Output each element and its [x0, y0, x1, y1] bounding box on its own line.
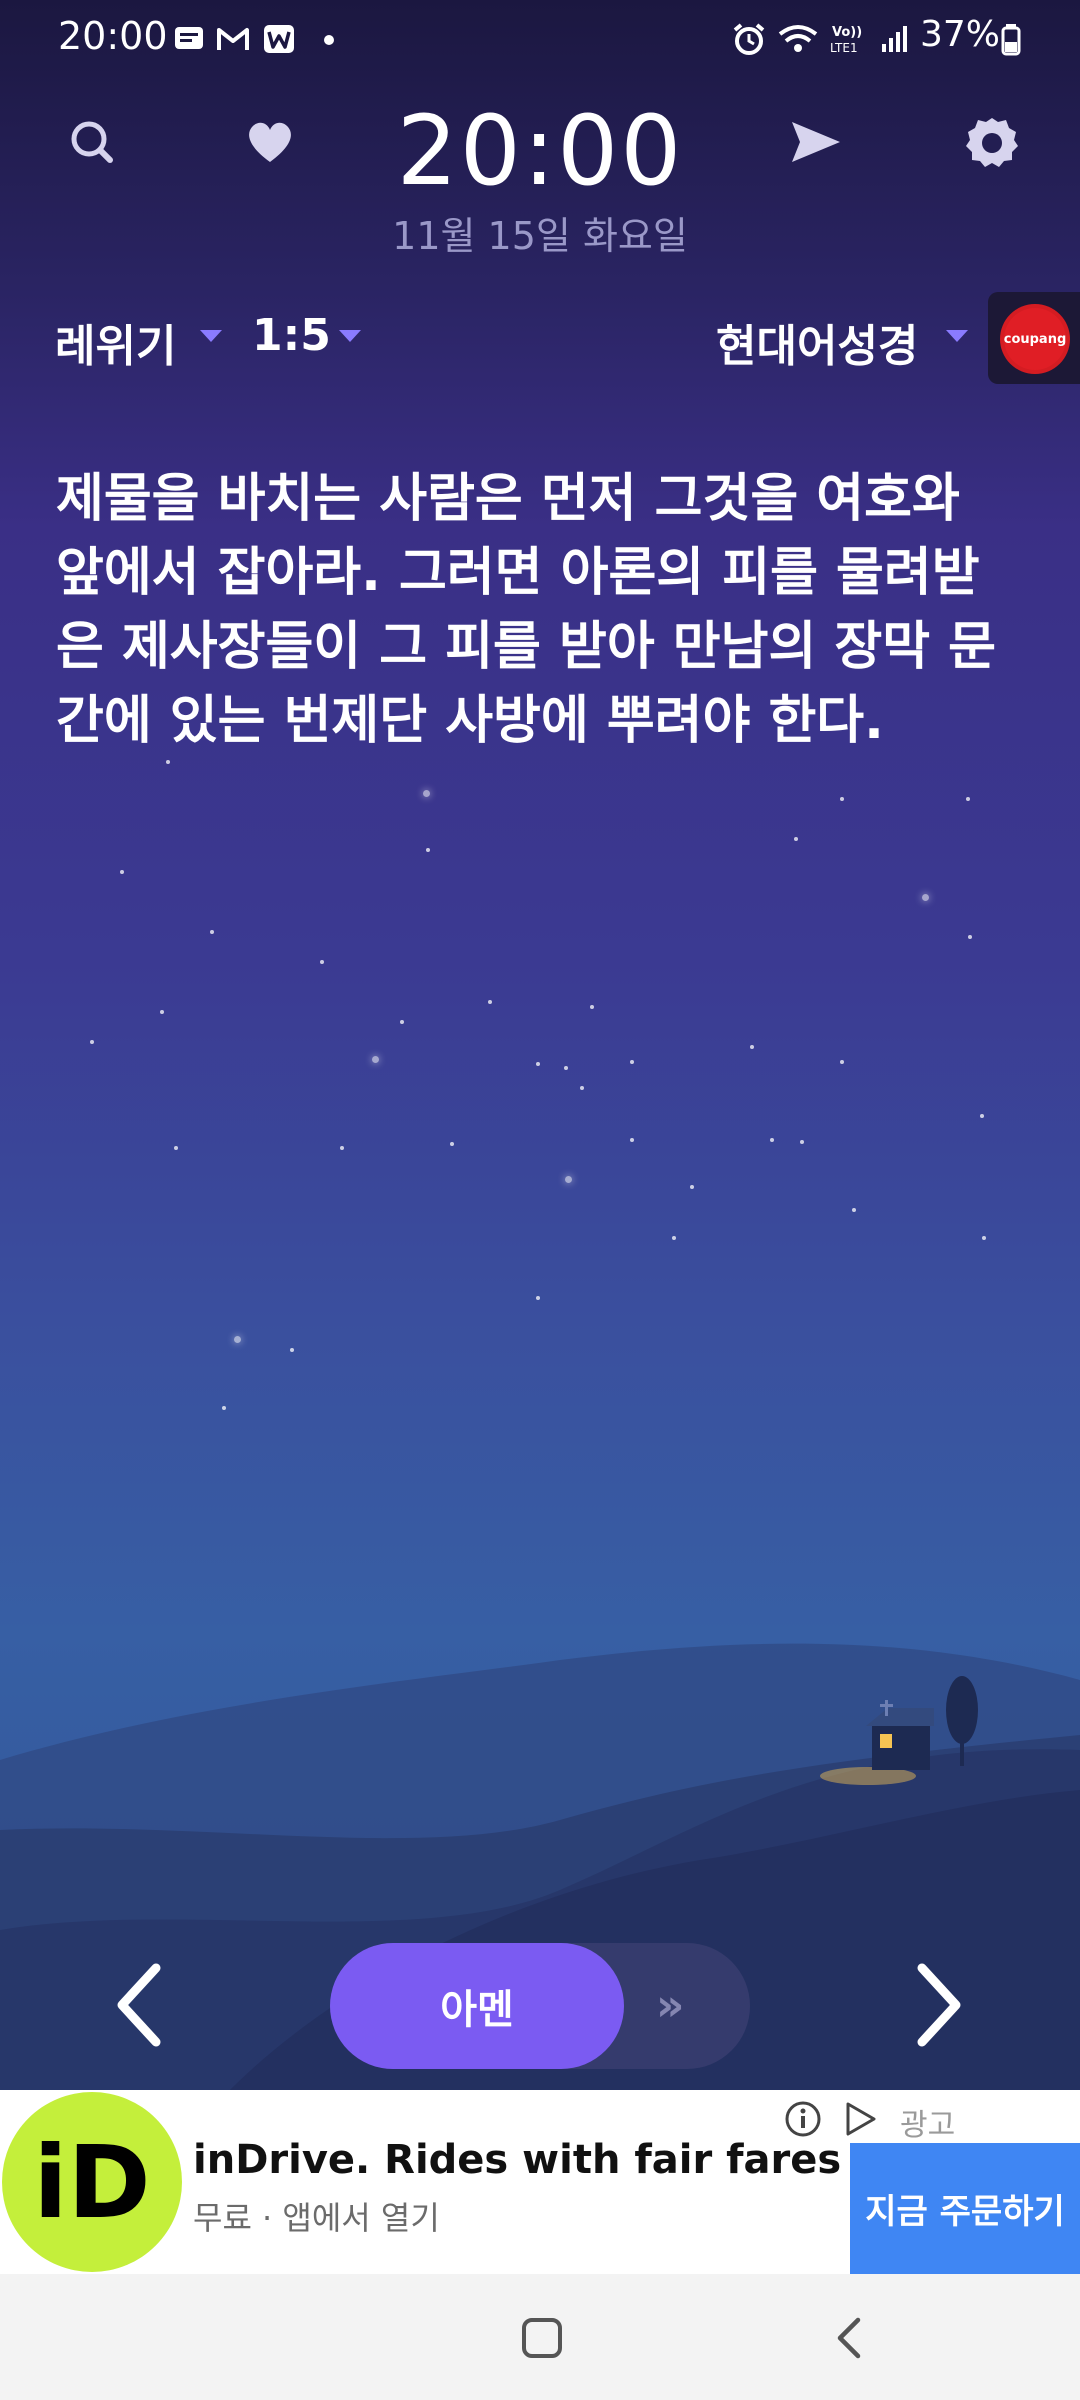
ad-cta-button[interactable]: 지금 주문하기	[850, 2143, 1080, 2274]
home-button[interactable]	[522, 2318, 562, 2358]
ad-choices-icon[interactable]	[842, 2100, 880, 2138]
starfield	[0, 0, 1080, 1600]
swipe-hint-icon: »	[656, 1980, 685, 2031]
amen-button[interactable]: 아멘	[330, 1943, 624, 2069]
next-verse-button[interactable]	[908, 1960, 968, 2050]
ad-title[interactable]: inDrive. Rides with fair fares	[193, 2137, 841, 2183]
indrive-logo[interactable]: iD	[2, 2092, 182, 2272]
previous-verse-button[interactable]	[110, 1960, 170, 2050]
back-button[interactable]	[830, 2314, 870, 2362]
ad-label: 광고	[900, 2108, 956, 2143]
ad-subtitle: 무료 · 앱에서 열기	[193, 2199, 440, 2237]
ad-info-icon[interactable]	[784, 2100, 822, 2138]
